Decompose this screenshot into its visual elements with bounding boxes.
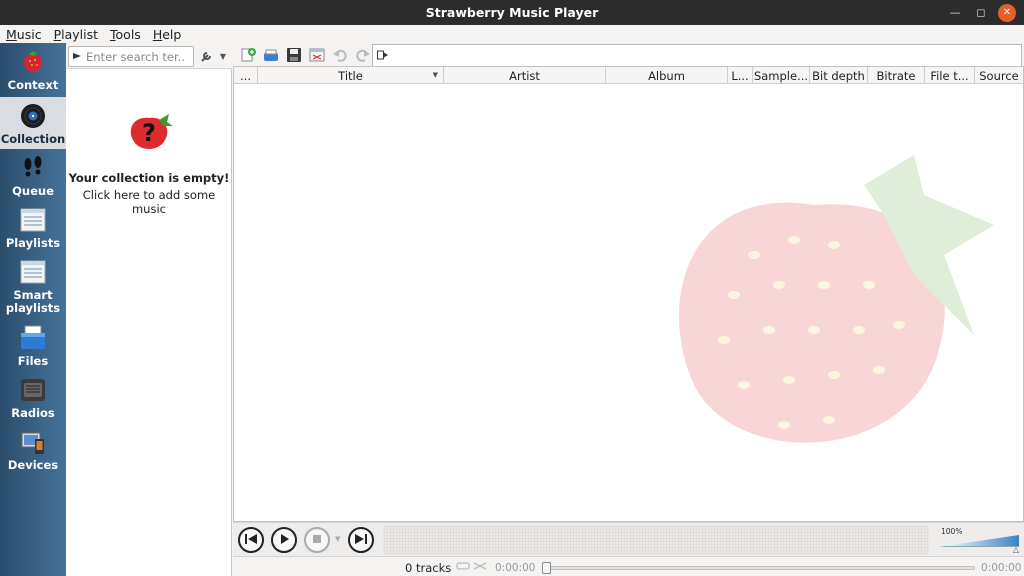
sidebar: Context Collection Queue Playlists Smart… [0,43,66,576]
redo-icon[interactable] [352,45,374,65]
column-header[interactable]: Source [975,67,1023,84]
close-icon[interactable]: ✕ [998,3,1016,22]
spectrum-analyzer[interactable] [383,525,929,555]
empty-collection-message[interactable]: ? Your collection is empty! Click here t… [66,108,232,216]
menu-bar: Music Playlist Tools Help [0,25,1024,43]
menu-tools[interactable]: Tools [110,27,141,42]
menu-playlist[interactable]: Playlist [54,27,98,42]
column-header[interactable]: Artist [444,67,606,84]
empty-collection-title: Your collection is empty! [68,171,230,185]
repeat-icon[interactable] [456,560,470,575]
sort-arrow-icon: ▼ [432,71,438,79]
radio-icon [18,375,48,405]
collection-pane: ▼ ? Your collection is empty! Click here… [66,43,232,576]
playlist-view[interactable]: ... Title ▼ Artist Album L... Sample... … [233,66,1024,522]
play-button[interactable] [271,527,297,553]
vinyl-icon [18,101,48,131]
sidebar-item-files[interactable]: Files [0,323,66,373]
column-header[interactable]: File t... [925,67,975,84]
minimize-icon[interactable]: — [942,4,968,22]
seek-handle[interactable] [542,562,551,574]
menu-music[interactable]: Music [6,27,42,42]
clear-playlist-icon[interactable] [306,45,328,65]
load-playlist-icon[interactable] [260,45,282,65]
playlist-filter-field[interactable] [372,44,1022,66]
sidebar-item-label: Collection [0,132,66,146]
seek-slider[interactable] [542,562,975,574]
footsteps-icon [18,153,48,183]
sidebar-item-playlists[interactable]: Playlists [0,205,66,255]
player-controls: ▼ 100% △ [233,522,1024,556]
collection-search-row: ▼ [66,43,232,69]
playlist-icon [18,205,48,235]
sidebar-item-radios[interactable]: Radios [0,375,66,425]
undo-icon[interactable] [329,45,351,65]
sidebar-item-context[interactable]: Context [0,47,66,97]
window-title: Strawberry Music Player [425,5,599,20]
save-playlist-icon[interactable] [283,45,305,65]
sidebar-item-label: Playlists [5,236,61,250]
files-icon [18,323,48,353]
new-playlist-icon[interactable] [237,45,259,65]
window-controls: — ◻ ✕ [942,0,1016,25]
stop-menu-chevron-icon[interactable]: ▼ [335,535,340,543]
filter-icon [377,49,389,63]
previous-icon [244,533,258,548]
column-header[interactable]: Bit depth [810,67,868,84]
sidebar-item-devices[interactable]: Devices [0,427,66,477]
title-bar: Strawberry Music Player — ◻ ✕ [0,0,1024,25]
play-icon [278,533,290,548]
sidebar-item-label: Smart playlists [5,288,61,315]
shuffle-icon[interactable] [473,560,487,575]
volume-fill [939,535,1019,547]
next-icon [354,533,368,548]
sidebar-item-label: Context [7,78,59,92]
stop-icon [312,533,322,547]
sidebar-item-queue[interactable]: Queue [0,153,66,203]
stop-button[interactable] [304,527,330,553]
maximize-icon[interactable]: ◻ [968,4,994,22]
previous-button[interactable] [238,527,264,553]
volume-knob-icon[interactable]: △ [1013,545,1019,554]
volume-slider[interactable]: 100% △ [939,527,1019,554]
chevron-down-icon: ▼ [219,51,227,61]
strawberry-icon [18,47,48,77]
devices-icon [18,427,48,457]
strawberry-background-icon [679,155,994,443]
column-header[interactable]: L... [728,67,753,84]
column-header[interactable]: Bitrate [868,67,925,84]
playlist-header: ... Title ▼ Artist Album L... Sample... … [234,67,1023,84]
svg-text:?: ? [142,119,156,147]
filter-icon [72,50,82,64]
wrench-icon[interactable]: ▼ [198,47,228,65]
remaining-time: 0:00:00 [981,562,1022,574]
smart-playlist-icon [18,257,48,287]
question-strawberry-icon: ? [130,114,173,149]
search-input[interactable] [86,49,186,64]
menu-help[interactable]: Help [153,27,182,42]
sidebar-item-label: Devices [7,458,59,472]
column-header[interactable]: Sample... [753,67,810,84]
track-count: 0 tracks [405,561,452,575]
search-field[interactable] [68,46,194,67]
elapsed-time: 0:00:00 [495,562,536,574]
sidebar-item-label: Files [17,354,49,368]
sidebar-item-smart-playlists[interactable]: Smart playlists [0,257,66,317]
column-header-title[interactable]: Title ▼ [258,67,444,84]
sidebar-item-label: Radios [11,406,55,420]
add-music-link[interactable]: Click here to add some music [66,188,232,216]
column-header[interactable]: ... [234,67,258,84]
sidebar-item-collection[interactable]: Collection [0,97,66,149]
status-bar: 0 tracks 0:00:00 0:00:00 [233,556,1024,576]
sidebar-item-label: Queue [12,184,54,198]
column-header[interactable]: Album [606,67,728,84]
next-button[interactable] [348,527,374,553]
column-label: Title [338,68,363,83]
volume-label: 100% [941,527,963,536]
